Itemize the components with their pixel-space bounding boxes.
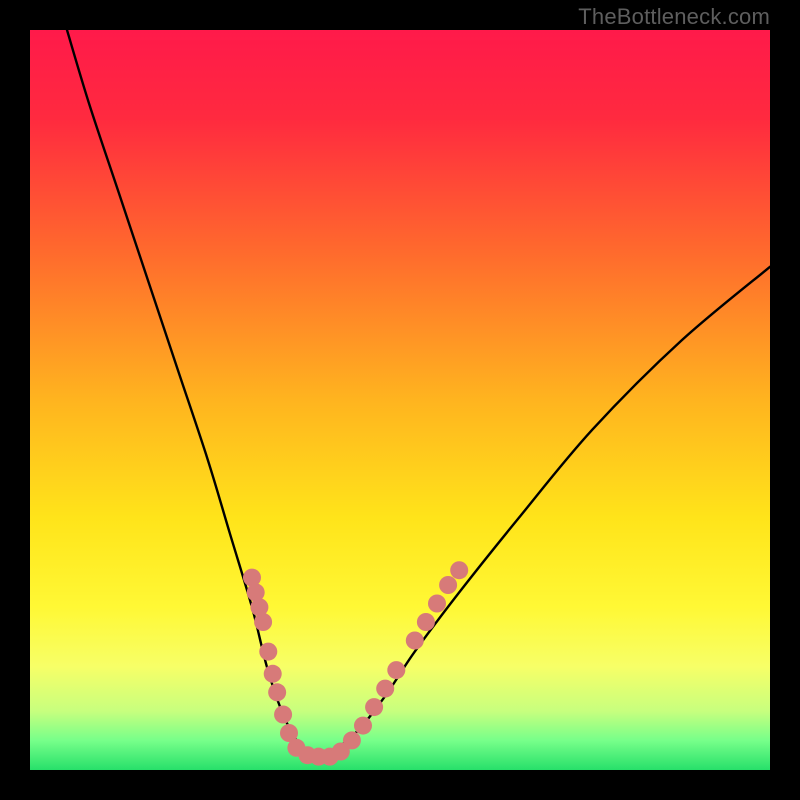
data-dot: [365, 698, 383, 716]
bottleneck-chart: [30, 30, 770, 770]
data-dot: [406, 632, 424, 650]
data-dot: [354, 717, 372, 735]
data-dot: [450, 561, 468, 579]
data-dot: [376, 680, 394, 698]
data-dot: [343, 731, 361, 749]
data-dot: [417, 613, 435, 631]
data-dot: [387, 661, 405, 679]
data-dot: [428, 595, 446, 613]
data-dot: [268, 683, 286, 701]
gradient-background: [30, 30, 770, 770]
outer-frame: TheBottleneck.com: [0, 0, 800, 800]
plot-area: [30, 30, 770, 770]
data-dot: [259, 643, 277, 661]
watermark-text: TheBottleneck.com: [578, 4, 770, 30]
data-dot: [254, 613, 272, 631]
data-dot: [264, 665, 282, 683]
data-dot: [274, 706, 292, 724]
data-dot: [439, 576, 457, 594]
